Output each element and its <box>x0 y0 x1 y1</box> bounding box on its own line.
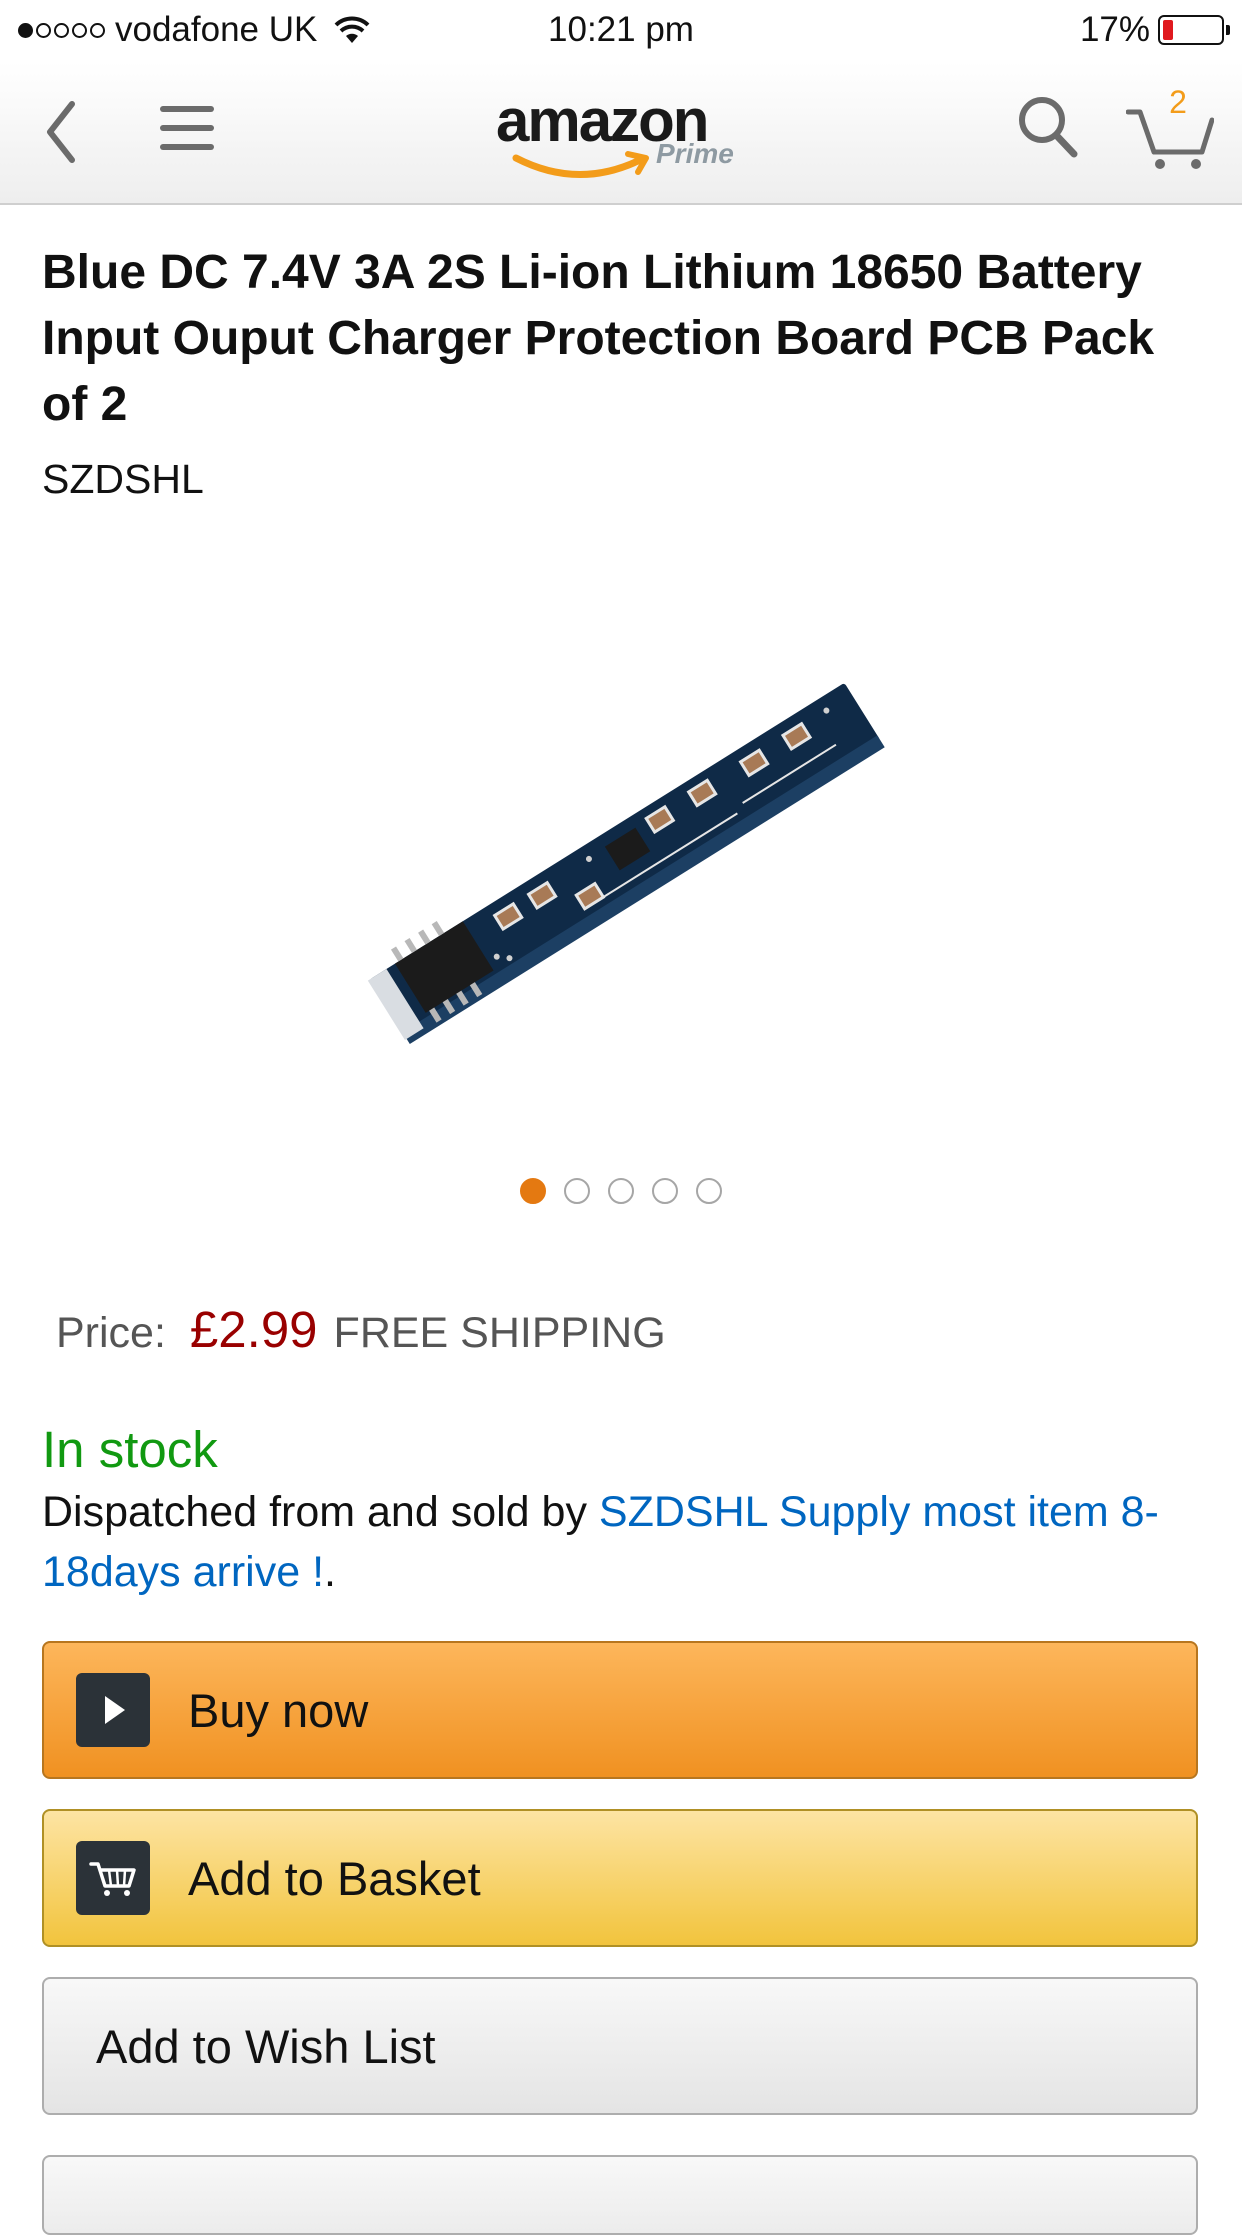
carousel-dot[interactable] <box>652 1178 678 1204</box>
shipping-label: FREE SHIPPING <box>333 1309 666 1357</box>
carousel-dot[interactable] <box>696 1178 722 1204</box>
dispatch-info: Dispatched from and sold by SZDSHL Suppl… <box>42 1482 1212 1602</box>
menu-icon[interactable] <box>158 100 216 156</box>
add-to-wish-list-button[interactable]: Add to Wish List <box>42 1977 1198 2115</box>
cart-small-icon <box>76 1841 150 1915</box>
amazon-prime-logo[interactable]: amazon Prime <box>496 86 756 186</box>
play-icon <box>76 1673 150 1747</box>
back-icon[interactable] <box>38 94 88 170</box>
battery-percent: 17% <box>1079 10 1150 49</box>
product-title: Blue DC 7.4V 3A 2S Li-ion Lithium 18650 … <box>42 246 1155 431</box>
dispatch-suffix: . <box>324 1548 336 1596</box>
clock: 10:21 pm <box>548 10 694 49</box>
image-carousel-indicator[interactable] <box>0 1178 1242 1204</box>
search-icon[interactable] <box>1016 94 1080 160</box>
nav-bar: amazon Prime 2 <box>0 62 1242 205</box>
cart-count-badge: 2 <box>1169 84 1187 120</box>
status-bar: vodafone UK 10:21 pm 17% <box>0 0 1242 62</box>
carousel-dot[interactable] <box>520 1178 546 1204</box>
product-image[interactable] <box>330 640 920 1080</box>
more-options-button[interactable] <box>42 2155 1198 2235</box>
smile-icon <box>512 151 649 178</box>
battery-status: 17% <box>1079 10 1230 50</box>
add-to-basket-label: Add to Basket <box>188 1851 481 1905</box>
dispatch-prefix: Dispatched from and sold by <box>42 1488 599 1536</box>
carousel-dot[interactable] <box>564 1178 590 1204</box>
buy-now-label: Buy now <box>188 1683 369 1737</box>
buy-now-button[interactable]: Buy now <box>42 1641 1198 1779</box>
price-label: Price: <box>56 1309 166 1357</box>
add-to-basket-button[interactable]: Add to Basket <box>42 1809 1198 1947</box>
stock-status: In stock <box>42 1421 218 1478</box>
price-row: Price: £2.99 FREE SHIPPING <box>56 1300 666 1359</box>
add-to-wish-list-label: Add to Wish List <box>96 2019 436 2073</box>
carousel-dot[interactable] <box>608 1178 634 1204</box>
price-value: £2.99 <box>189 1301 318 1358</box>
battery-icon <box>1158 15 1230 45</box>
brand-name[interactable]: SZDSHL <box>42 456 204 503</box>
cart-button[interactable]: 2 <box>1126 84 1214 170</box>
